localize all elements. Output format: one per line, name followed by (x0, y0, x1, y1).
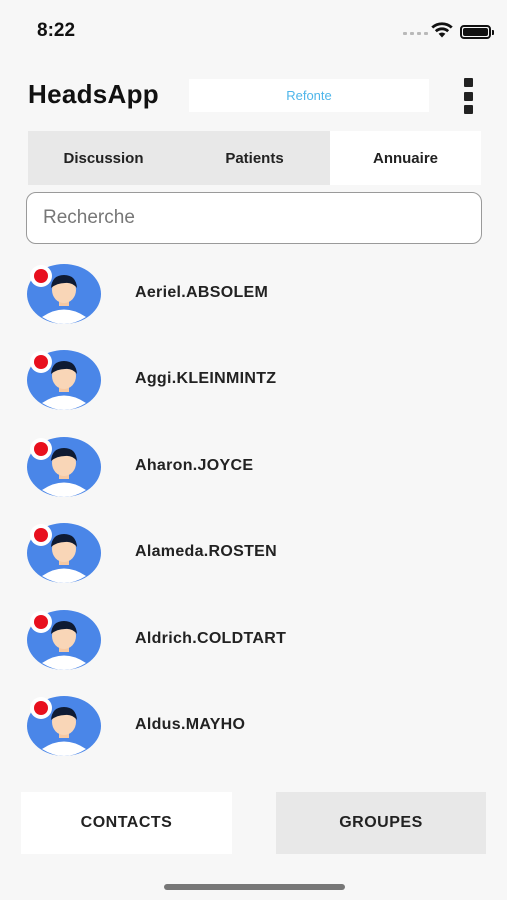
avatar (27, 436, 101, 497)
status-dot (29, 610, 53, 634)
tab-patients[interactable]: Patients (179, 131, 330, 185)
search-input[interactable] (26, 192, 482, 244)
status-time: 8:22 (37, 20, 76, 41)
status-dot (29, 437, 53, 461)
tab-bar: Discussion Patients Annuaire (28, 131, 481, 185)
wifi-icon (431, 22, 453, 38)
app-title: HeadsApp (28, 79, 159, 109)
contact-row[interactable]: Aharon.JOYCE (0, 423, 507, 509)
avatar (27, 264, 101, 324)
cellular-signal-icon (403, 32, 428, 35)
contact-name: Alameda.ROSTEN (135, 543, 278, 561)
contact-list: Aeriel.ABSOLEM Aggi.KLEINMINTZ Aharon.JO… (0, 250, 507, 768)
avatar (27, 523, 101, 584)
battery-icon (460, 25, 494, 39)
contact-name: Aggi.KLEINMINTZ (135, 370, 277, 388)
contact-row[interactable]: Aggi.KLEINMINTZ (0, 336, 507, 422)
contact-name: Aeriel.ABSOLEM (135, 284, 269, 301)
avatar (27, 609, 101, 670)
tab-annuaire[interactable]: Annuaire (330, 131, 481, 185)
vertical-dots-icon[interactable] (458, 78, 478, 114)
contact-row[interactable]: Aeriel.ABSOLEM (0, 250, 507, 336)
groupes-button[interactable]: GROUPES (276, 792, 486, 854)
contact-row[interactable]: Alameda.ROSTEN (0, 509, 507, 595)
avatar (27, 350, 101, 411)
contact-row[interactable]: Aldus.MAYHO (0, 682, 507, 768)
status-dot (29, 523, 53, 547)
status-dot (29, 350, 53, 374)
contact-row[interactable]: Aldrich.COLDTART (0, 596, 507, 682)
contact-name: Aharon.JOYCE (135, 456, 254, 474)
avatar (27, 695, 101, 756)
status-dot (29, 696, 53, 720)
home-indicator[interactable] (164, 884, 345, 890)
status-bar: 8:22 (0, 0, 507, 60)
tab-discussion[interactable]: Discussion (28, 131, 179, 185)
status-dot (29, 264, 53, 288)
contacts-button[interactable]: CONTACTS (21, 792, 232, 854)
contact-name: Aldus.MAYHO (135, 715, 246, 733)
contact-name: Aldrich.COLDTART (135, 629, 287, 647)
refonte-button[interactable]: Refonte (189, 79, 429, 112)
